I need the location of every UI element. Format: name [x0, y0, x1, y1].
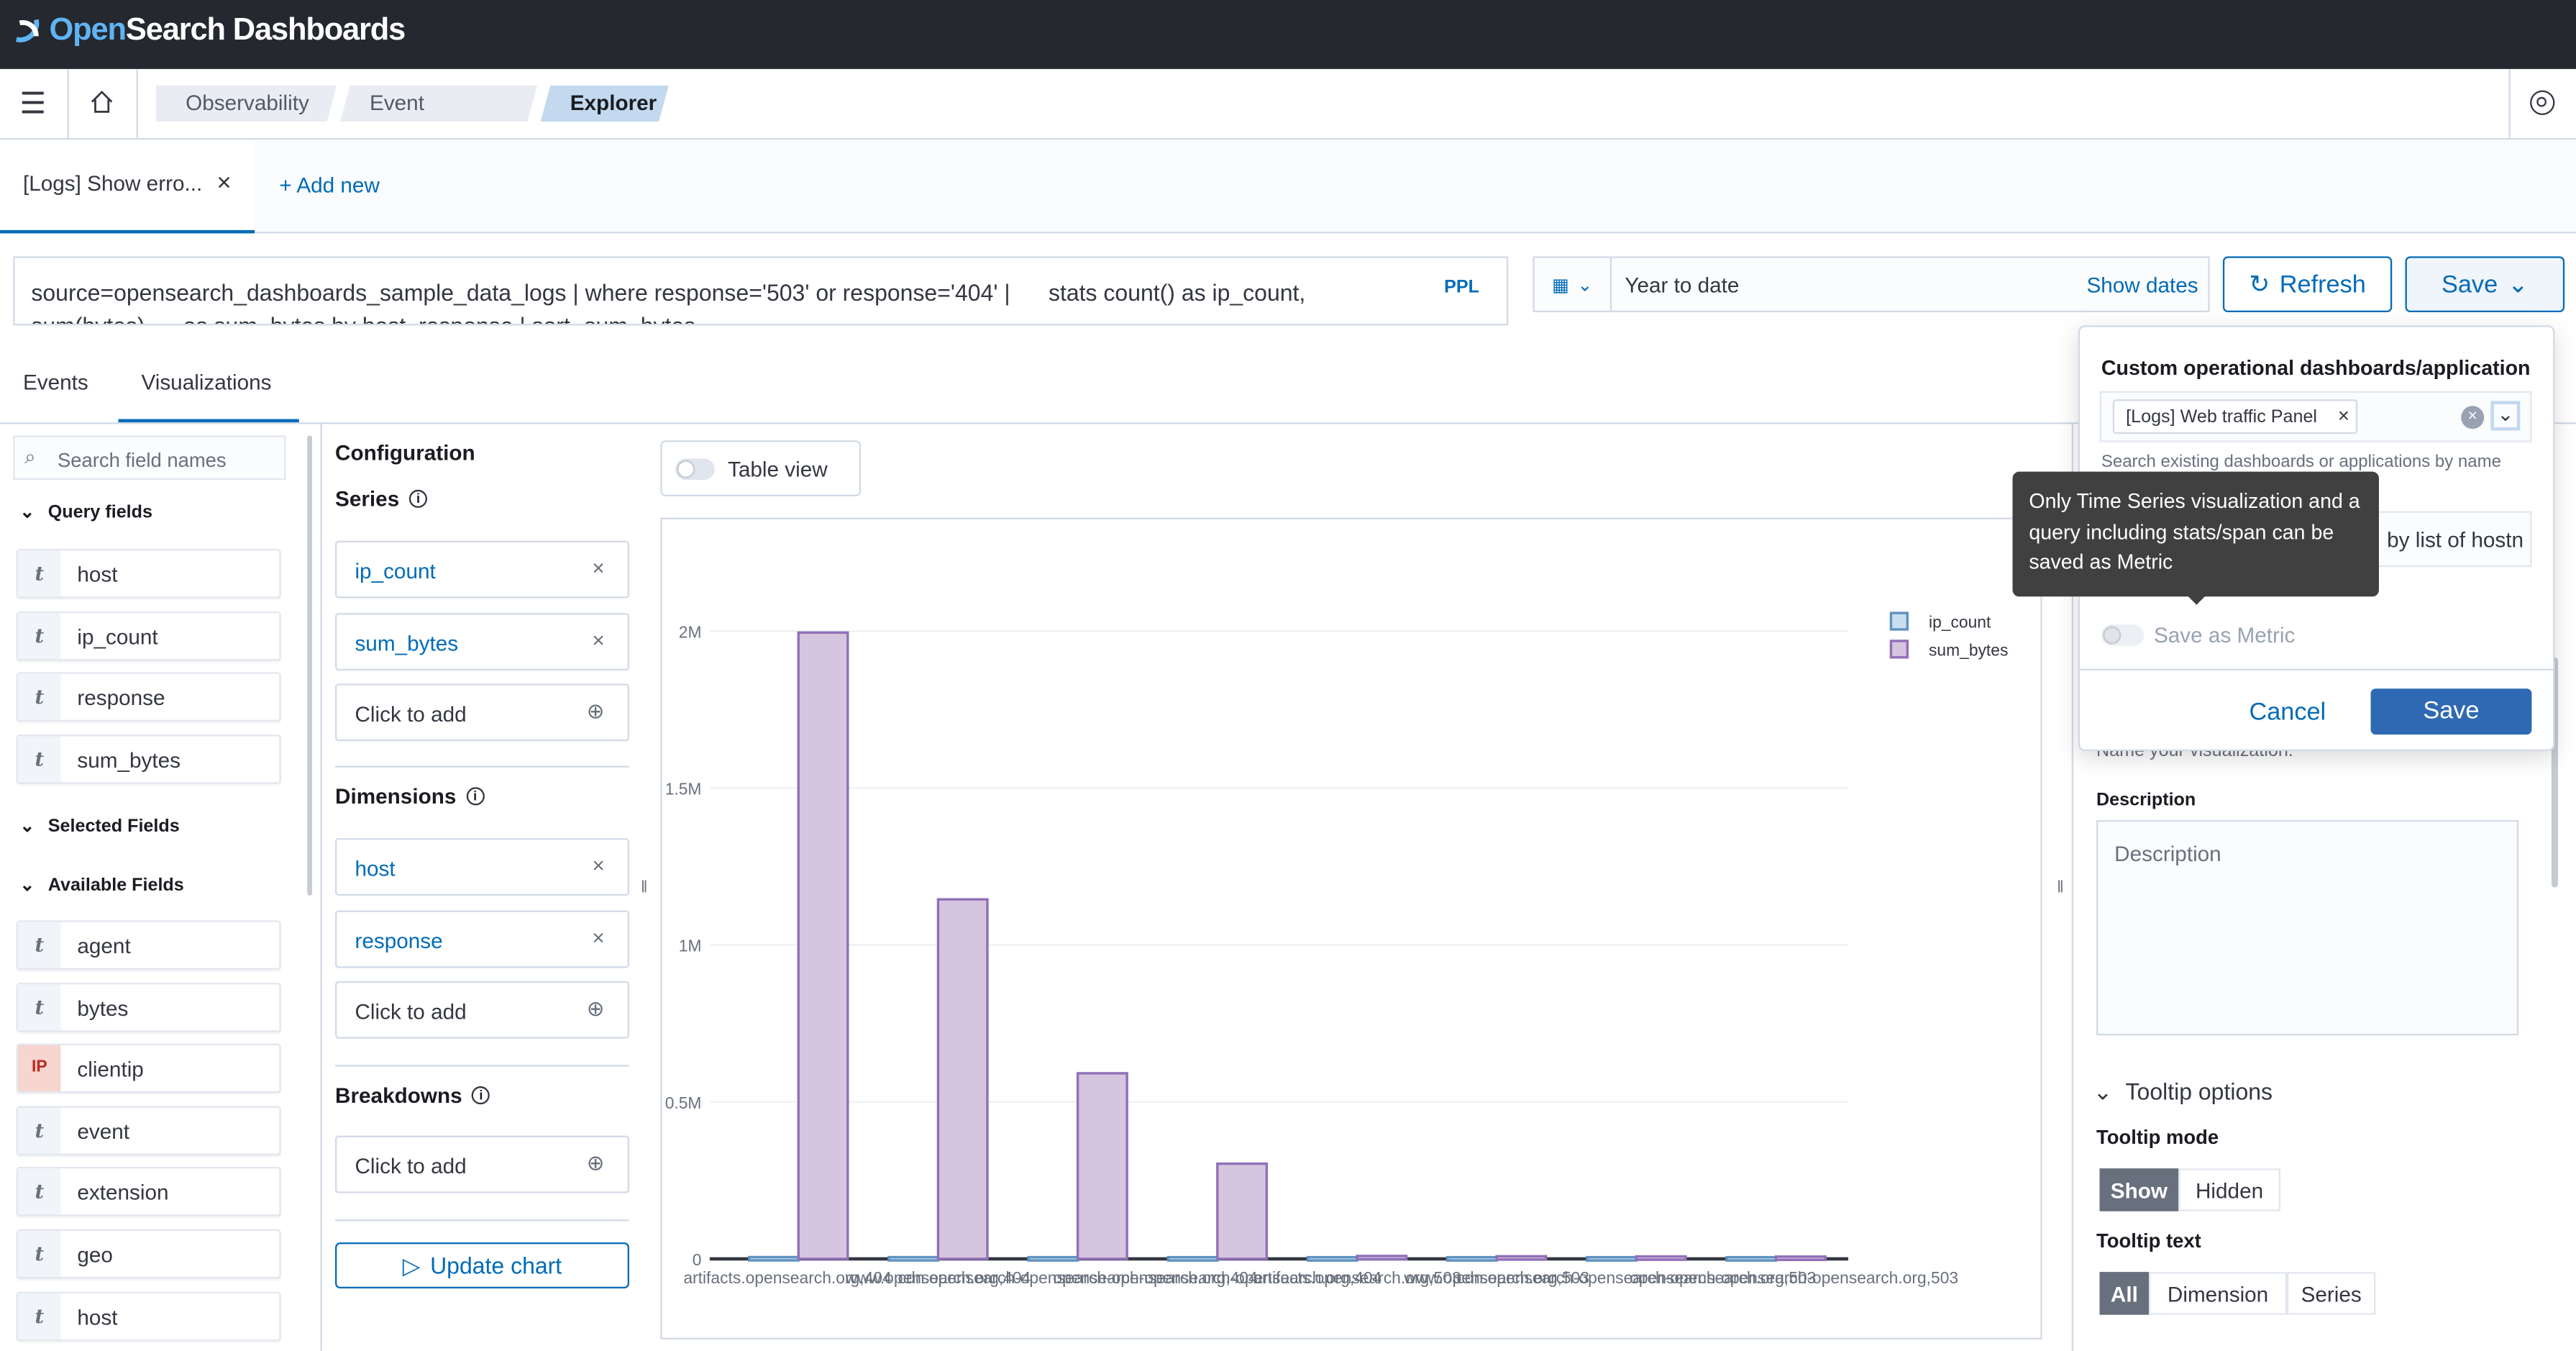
- y-tick-label: 0.5M: [665, 1093, 702, 1112]
- tooltip-text-all[interactable]: All: [2099, 1272, 2150, 1315]
- tooltip-arrow: [2186, 594, 2207, 605]
- x-tick-label: opensearch-opensearch-opensearch.org,503: [1630, 1268, 1958, 1287]
- save-as-metric-tooltip: Only Time Series visualization and a que…: [2012, 471, 2379, 597]
- clear-icon[interactable]: ×: [2461, 406, 2485, 429]
- save-as-metric-toggle[interactable]: [2101, 624, 2145, 646]
- chevron-down-icon: ⌄: [2093, 1078, 2113, 1105]
- save-button[interactable]: Save: [2370, 688, 2532, 735]
- legend-swatch-ip_count: [1889, 611, 1909, 631]
- bar-sum_bytes: [1216, 1162, 1269, 1260]
- divider: [2080, 668, 2554, 671]
- y-tick-label: 1M: [679, 937, 702, 955]
- bar-sum_bytes: [1774, 1255, 1827, 1262]
- panels-help-text: Search existing dashboards or applicatio…: [2101, 452, 2501, 472]
- save-as-metric-label: Save as Metric: [2153, 622, 2296, 648]
- bar-ip_count: [748, 1255, 800, 1262]
- cancel-button[interactable]: Cancel: [2249, 699, 2326, 727]
- remove-pill-icon[interactable]: ×: [2338, 404, 2349, 427]
- bar-ip_count: [1586, 1255, 1638, 1262]
- resize-handle[interactable]: ‖: [2057, 879, 2063, 897]
- description-placeholder: Description: [2114, 841, 2221, 866]
- bar-ip_count: [887, 1255, 940, 1262]
- tooltip-options-toggle[interactable]: ⌄ Tooltip options: [2093, 1078, 2273, 1106]
- bar-sum_bytes: [1076, 1072, 1128, 1260]
- tooltip-mode-hidden[interactable]: Hidden: [2178, 1168, 2280, 1211]
- app: OpenSearch Dashboards ☰ Observability Ev…: [0, 0, 2576, 1351]
- bar-ip_count: [1166, 1255, 1219, 1262]
- y-tick-label: 0: [693, 1250, 702, 1269]
- bar-ip_count: [1725, 1255, 1778, 1262]
- bar-sum_bytes: [936, 898, 989, 1260]
- tooltip-mode-show[interactable]: Show: [2099, 1168, 2179, 1211]
- panels-combobox[interactable]: [Logs] Web traffic Panel × × ⌄: [2099, 391, 2532, 442]
- bar-ip_count: [1445, 1255, 1498, 1262]
- legend-swatch-sum_bytes: [1889, 640, 1909, 659]
- bar-ip_count: [1306, 1255, 1358, 1262]
- y-tick-label: 2M: [679, 622, 702, 641]
- selected-panel-label: [Logs] Web traffic Panel: [2126, 407, 2318, 427]
- bar-ip_count: [1027, 1255, 1079, 1262]
- bar-sum_bytes: [1635, 1255, 1687, 1261]
- selected-panel-pill: [Logs] Web traffic Panel ×: [2112, 399, 2358, 435]
- bar-sum_bytes: [1356, 1255, 1408, 1261]
- tooltip-text-series[interactable]: Series: [2287, 1272, 2376, 1315]
- panels-label: Custom operational dashboards/applicatio…: [2101, 356, 2531, 380]
- chevron-down-icon[interactable]: ⌄: [2490, 401, 2521, 431]
- tooltip-text-label: Tooltip text: [2096, 1229, 2201, 1252]
- tooltip-options-label: Tooltip options: [2125, 1078, 2273, 1105]
- y-tick-label: 1.5M: [665, 780, 702, 799]
- legend-label: sum_bytes: [1929, 641, 2008, 660]
- name-value: by list of hostn: [2387, 527, 2524, 552]
- bar-sum_bytes: [797, 631, 849, 1260]
- tooltip-text-dimension[interactable]: Dimension: [2149, 1272, 2288, 1315]
- description-textarea[interactable]: Description: [2096, 819, 2519, 1036]
- tooltip-mode-label: Tooltip mode: [2096, 1125, 2219, 1149]
- legend-label: ip_count: [1929, 613, 1991, 632]
- bar-sum_bytes: [1495, 1255, 1548, 1261]
- description-label: Description: [2096, 790, 2196, 811]
